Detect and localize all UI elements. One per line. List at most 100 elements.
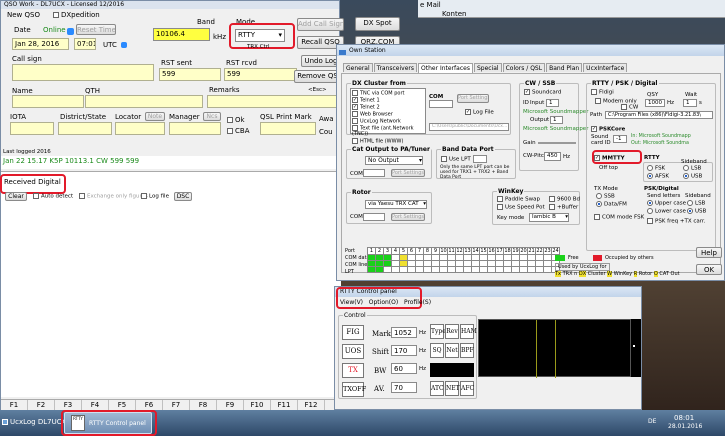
fkey-f8[interactable]: F8 (190, 400, 217, 410)
com-mode-fsk-check[interactable]: COM mode FSK (594, 214, 644, 221)
menu-profile[interactable]: Profile(S) (404, 299, 431, 306)
dsc-button[interactable]: DSC (174, 192, 192, 201)
fkey-f12[interactable]: F12 (298, 400, 325, 410)
tab-ucxinterface[interactable]: UcxInterface (583, 63, 628, 72)
psk-freq-check[interactable]: PSK freq +TX carr. (647, 218, 705, 225)
dx-cluster-list[interactable]: TNC via COM port ✓ Telnet 1 ✓ Telnet 2 Web… (350, 88, 426, 144)
ncs-button[interactable]: Ncs (203, 112, 221, 121)
use-lpt-check[interactable]: Use LPT (441, 156, 471, 163)
list-item[interactable]: Web Browser (352, 111, 424, 118)
psk-lsb-radio[interactable]: LSB (687, 200, 705, 207)
mark-field[interactable]: 1052 (391, 327, 417, 338)
type-button[interactable]: Type (430, 324, 446, 339)
fkey-f10[interactable]: F10 (244, 400, 271, 410)
cw-input-field[interactable]: 1 (546, 99, 559, 107)
undo-log-button[interactable]: Undo Log (301, 55, 341, 67)
txoff-button[interactable]: TXOFF (342, 382, 366, 397)
fkey-f2[interactable]: F2 (28, 400, 55, 410)
time-field[interactable]: 07:01 (74, 38, 96, 50)
dx-path-field[interactable]: C:\Users\public\Documents\Ucx... (429, 123, 509, 131)
cba-check[interactable]: CBA (227, 127, 249, 135)
rotor-select[interactable]: via Yaesu TRX CAT ▾ (365, 200, 427, 209)
list-item[interactable]: TNC via COM port (352, 90, 424, 97)
mode-select[interactable]: RTTY ▾ (235, 29, 285, 42)
logfile-check[interactable]: Log file (141, 193, 169, 200)
tab-other-interfaces[interactable]: Other Interfaces (418, 63, 473, 73)
bw-field[interactable]: 60 (391, 363, 417, 374)
keymode-select[interactable]: Iambic B ▾ (529, 213, 569, 222)
fkey-f7[interactable]: F7 (163, 400, 190, 410)
fldigi-path-field[interactable]: C:\Program Files (x86)\Fldigi-3.21.83\ (605, 111, 713, 119)
name-field[interactable] (12, 95, 84, 108)
tab-special[interactable]: Special (473, 63, 502, 72)
list-item[interactable]: ✓ Telnet 2 (352, 104, 424, 111)
manager-field[interactable] (169, 122, 221, 135)
log-file-check[interactable]: ✓ Log File (465, 109, 494, 116)
dx-port-settings-button[interactable]: Port Settings (457, 94, 489, 103)
fkey-f4[interactable]: F4 (82, 400, 109, 410)
tab-band-plan[interactable]: Band Plan (546, 63, 583, 72)
help-button[interactable]: Help (696, 247, 722, 258)
ham-button[interactable]: HAM (460, 324, 477, 339)
fkey-f11[interactable]: F11 (271, 400, 298, 410)
fkey-f9[interactable]: F9 (217, 400, 244, 410)
cat-com-select[interactable] (363, 169, 385, 177)
tray-lang[interactable]: DE (648, 418, 656, 425)
dxpedition-check[interactable]: DXpedition (53, 11, 100, 19)
fldigi-check[interactable]: Fldigi (591, 89, 614, 96)
baud-check[interactable]: 9600 Bd (549, 196, 580, 203)
menu-option[interactable]: Option(O) (369, 299, 398, 306)
afc-button[interactable]: AFC (460, 381, 474, 396)
qsl-print-field[interactable] (260, 122, 316, 135)
pskcore-check[interactable]: ✓ PSKCore (591, 126, 625, 133)
add-call-sign-button[interactable]: Add Call Sign (297, 18, 344, 31)
fkey-f1[interactable]: F1 (1, 400, 28, 410)
list-item[interactable]: ✓ Telnet 1 (352, 97, 424, 104)
rst-sent-field[interactable]: 599 (159, 68, 221, 81)
lpt-select[interactable] (473, 155, 487, 163)
auto-detect-check[interactable]: Auto detect (33, 193, 73, 200)
sq-button[interactable]: SQ (430, 343, 444, 358)
fldigi-cw-check[interactable]: CW (621, 104, 638, 111)
list-item[interactable]: UcxLog Network (352, 118, 424, 125)
cw-pitch-field[interactable]: 450 (544, 152, 561, 161)
menu-view[interactable]: View(V) (340, 299, 363, 306)
tab-colors-qsl[interactable]: Colors / QSL (502, 63, 546, 72)
cw-output-field[interactable]: 1 (550, 116, 563, 124)
tab-transceivers[interactable]: Transceivers (373, 63, 418, 72)
afsk-radio[interactable]: AFSK (647, 173, 669, 180)
reset-time-button[interactable]: Reset Time (76, 24, 116, 35)
list-item[interactable]: Text file (ant.Network (TNC)) (352, 125, 424, 138)
fkey-f6[interactable]: F6 (136, 400, 163, 410)
iota-field[interactable] (10, 122, 54, 135)
frequency-field[interactable]: 10106.4 (153, 28, 210, 41)
district-field[interactable] (58, 122, 112, 135)
qth-field[interactable] (85, 95, 203, 108)
gain-slider[interactable] (538, 142, 576, 144)
dx-com-select[interactable] (429, 100, 453, 108)
ssb-radio[interactable]: SSB (596, 193, 615, 200)
usb-radio[interactable]: USB (683, 173, 702, 180)
psk-usb-radio[interactable]: USB (687, 208, 706, 215)
paddle-swap-check[interactable]: Paddle Swap (497, 196, 540, 203)
locator-field[interactable] (115, 122, 165, 135)
utc-icon[interactable] (121, 42, 127, 48)
clear-button[interactable]: Clear (5, 192, 27, 201)
cat-output-select[interactable]: No Output ▾ (365, 156, 423, 165)
note-button[interactable]: Note (145, 112, 165, 121)
rst-rcvd-field[interactable]: 599 (224, 68, 297, 81)
buffer-check[interactable]: +Buffer (549, 204, 578, 211)
uos-button[interactable]: UOS (342, 344, 364, 359)
tx-button[interactable]: TX (342, 363, 364, 378)
dx-spot-button[interactable]: DX Spot (355, 17, 400, 31)
rotor-com-select[interactable] (363, 213, 385, 221)
net2-button[interactable]: NET (445, 381, 460, 396)
konten-tab[interactable]: Konten (442, 10, 466, 18)
tab-general[interactable]: General (343, 63, 373, 72)
lower-case-radio[interactable]: Lower case (647, 208, 686, 215)
use-speed-pot-check[interactable]: Use Speed Pot (497, 204, 545, 211)
call-sign-field[interactable] (12, 64, 154, 81)
atc-button[interactable]: ATC (430, 381, 444, 396)
sound-card-id-field[interactable]: -1 (613, 135, 627, 143)
fsk-radio[interactable]: FSK (647, 165, 665, 172)
